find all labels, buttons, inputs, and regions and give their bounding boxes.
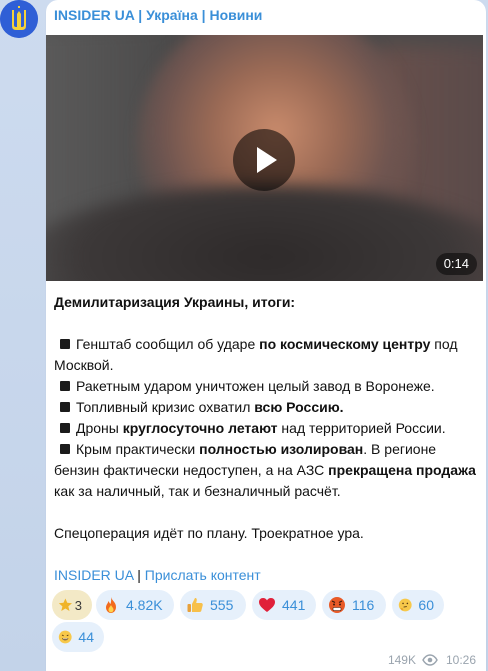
- reaction-thumbs-up[interactable]: 555: [180, 590, 246, 620]
- reaction-angry-face[interactable]: 116: [322, 590, 386, 620]
- play-button[interactable]: [233, 129, 295, 191]
- fire-icon: [106, 597, 116, 613]
- video-duration: 0:14: [435, 253, 477, 275]
- angry-face-icon: [329, 597, 345, 613]
- black-square-icon: [60, 402, 70, 412]
- black-square-icon: [60, 444, 70, 454]
- post-title: Демилитаризация Украины, итоги:: [54, 294, 296, 310]
- suggest-content-link[interactable]: Прислать контент: [145, 567, 261, 583]
- post-footer-text: Спецоперация идёт по плану. Троекратное …: [54, 525, 364, 541]
- post-line: Крым практически полностью изолирован. В…: [54, 441, 476, 499]
- channel-name[interactable]: INSIDER UA | Україна | Новини: [54, 7, 262, 23]
- view-count: 149K: [387, 653, 416, 667]
- play-icon: [257, 147, 277, 173]
- star-icon: [58, 598, 72, 611]
- reaction-star[interactable]: 3: [52, 590, 92, 620]
- thinking-face-icon: [398, 598, 412, 612]
- heart-icon: [259, 598, 275, 612]
- black-square-icon: [60, 423, 70, 433]
- message-bubble: INSIDER UA | Україна | Новини 0:14 Демил…: [46, 0, 486, 671]
- black-square-icon: [60, 339, 70, 349]
- eye-icon: [422, 654, 438, 666]
- message-time: 10:26: [445, 653, 476, 667]
- message-meta: 149K 10:26: [388, 653, 476, 667]
- channel-link[interactable]: INSIDER UA: [54, 567, 133, 583]
- link-separator: |: [137, 567, 141, 583]
- post-line: Ракетным ударом уничтожен целый завод в …: [54, 376, 480, 397]
- reaction-fire[interactable]: 4.82K: [96, 590, 174, 620]
- grinning-face-icon: [58, 630, 72, 644]
- video-preview[interactable]: 0:14: [46, 35, 483, 281]
- ukraine-trident-icon: [0, 0, 38, 38]
- post-line: Генштаб сообщил об ударе по космическому…: [54, 336, 458, 373]
- channel-avatar[interactable]: [0, 0, 38, 38]
- reaction-thinking-face[interactable]: 60: [392, 590, 444, 620]
- post-line: Топливный кризис охватил всю Россию.: [54, 397, 480, 418]
- post-line: Дроны круглосуточно летают над территори…: [54, 418, 480, 439]
- reaction-grinning-face[interactable]: 44: [52, 622, 104, 652]
- post-links: INSIDER UA | Прислать контент: [54, 565, 480, 586]
- post-text: Демилитаризация Украины, итоги: Генштаб …: [54, 292, 480, 586]
- reaction-heart[interactable]: 441: [252, 590, 316, 620]
- thumbs-up-icon: [187, 598, 203, 612]
- black-square-icon: [60, 381, 70, 391]
- chat-view: INSIDER UA | Україна | Новини 0:14 Демил…: [0, 0, 488, 671]
